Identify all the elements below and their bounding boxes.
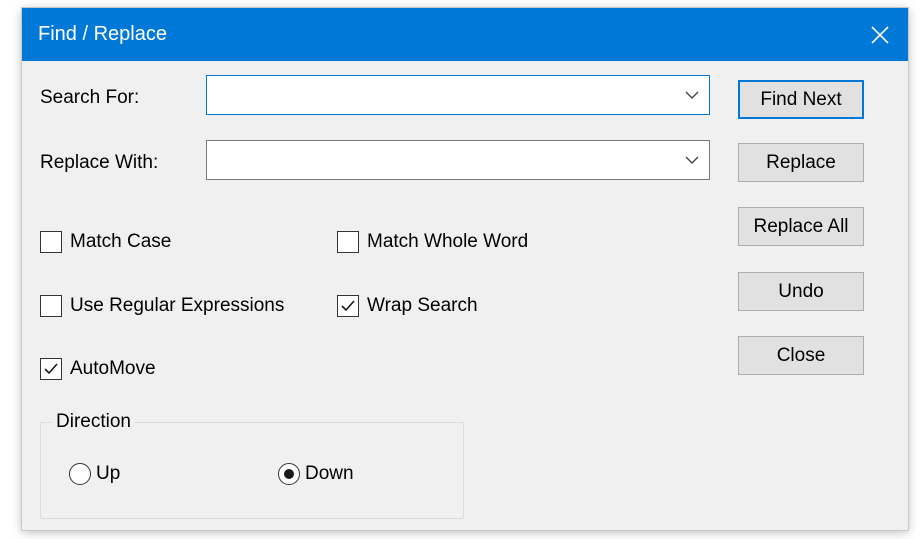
match-whole-word-label[interactable]: Match Whole Word bbox=[367, 231, 528, 253]
search-for-input[interactable] bbox=[207, 76, 683, 114]
match-whole-word-checkbox[interactable] bbox=[337, 231, 359, 253]
close-window-button[interactable] bbox=[852, 8, 908, 61]
direction-down-radio[interactable] bbox=[278, 463, 300, 485]
wrap-search-checkbox[interactable] bbox=[337, 295, 359, 317]
dialog-title: Find / Replace bbox=[38, 23, 167, 45]
direction-up-label[interactable]: Up bbox=[96, 463, 120, 485]
direction-down-label[interactable]: Down bbox=[305, 463, 354, 485]
undo-button[interactable]: Undo bbox=[738, 272, 864, 311]
chevron-down-icon[interactable] bbox=[683, 151, 701, 169]
direction-label: Direction bbox=[52, 411, 135, 433]
search-for-label: Search For: bbox=[40, 87, 140, 108]
checkmark-icon bbox=[44, 363, 58, 375]
find-replace-dialog: Find / Replace Search For: Replace With:… bbox=[22, 8, 908, 530]
checkmark-icon bbox=[341, 300, 355, 312]
replace-with-label: Replace With: bbox=[40, 152, 159, 173]
search-for-combobox[interactable] bbox=[206, 75, 710, 115]
find-next-button[interactable]: Find Next bbox=[738, 80, 864, 119]
close-icon bbox=[871, 25, 889, 44]
match-case-checkbox[interactable] bbox=[40, 231, 62, 253]
use-regular-expressions-checkbox[interactable] bbox=[40, 295, 62, 317]
automove-label[interactable]: AutoMove bbox=[70, 358, 156, 380]
replace-all-button[interactable]: Replace All bbox=[738, 207, 864, 246]
title-bar[interactable]: Find / Replace bbox=[22, 8, 908, 61]
replace-button[interactable]: Replace bbox=[738, 143, 864, 182]
replace-with-combobox[interactable] bbox=[206, 140, 710, 180]
close-button[interactable]: Close bbox=[738, 336, 864, 375]
use-regular-expressions-label[interactable]: Use Regular Expressions bbox=[70, 295, 284, 317]
direction-up-radio[interactable] bbox=[69, 463, 91, 485]
chevron-down-icon[interactable] bbox=[683, 86, 701, 104]
match-case-label[interactable]: Match Case bbox=[70, 231, 171, 253]
replace-with-input[interactable] bbox=[207, 141, 683, 179]
automove-checkbox[interactable] bbox=[40, 358, 62, 380]
wrap-search-label[interactable]: Wrap Search bbox=[367, 295, 478, 317]
radio-selected-dot bbox=[284, 469, 294, 479]
